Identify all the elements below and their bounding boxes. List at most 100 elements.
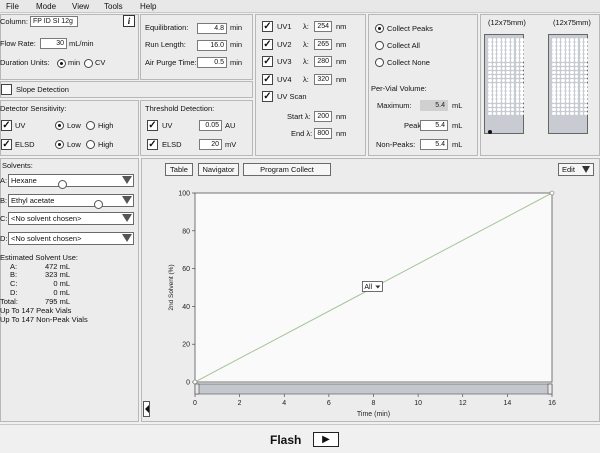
run-length-field[interactable]: 16.0 bbox=[197, 40, 227, 51]
rack-well[interactable] bbox=[506, 58, 510, 62]
tab-program-collect[interactable]: Program Collect bbox=[243, 163, 331, 176]
rack-well[interactable] bbox=[565, 74, 570, 79]
rack-well[interactable] bbox=[574, 58, 579, 62]
rack-well[interactable] bbox=[579, 46, 584, 50]
collect-none-radio[interactable] bbox=[375, 58, 384, 67]
rack-well[interactable] bbox=[492, 50, 497, 54]
rack-well[interactable] bbox=[579, 50, 584, 54]
rack-well[interactable] bbox=[584, 87, 588, 91]
rack-well[interactable] bbox=[506, 46, 510, 50]
rack-well[interactable] bbox=[565, 111, 570, 116]
rack-well[interactable] bbox=[515, 46, 520, 50]
rack-well[interactable] bbox=[515, 54, 520, 58]
scroll-left-handle[interactable] bbox=[194, 383, 200, 395]
rack-well[interactable] bbox=[501, 46, 506, 50]
rack-well[interactable] bbox=[506, 87, 510, 91]
rack-well[interactable] bbox=[561, 74, 565, 79]
rack-well[interactable] bbox=[584, 50, 588, 54]
time-scrollbar[interactable] bbox=[194, 383, 553, 395]
rack-well[interactable] bbox=[561, 62, 565, 67]
rack-well[interactable] bbox=[506, 42, 510, 46]
rack-well[interactable] bbox=[579, 78, 584, 83]
rack-well[interactable] bbox=[574, 83, 579, 87]
rack-well[interactable] bbox=[565, 42, 570, 46]
menu-mode[interactable]: Mode bbox=[36, 2, 56, 11]
rack-well[interactable] bbox=[561, 38, 565, 42]
rack-well[interactable] bbox=[570, 54, 574, 58]
rack-well[interactable] bbox=[506, 103, 510, 107]
rack-well[interactable] bbox=[584, 83, 588, 87]
rack-well[interactable] bbox=[520, 99, 524, 103]
menu-tools[interactable]: Tools bbox=[104, 2, 123, 11]
gradient-point[interactable] bbox=[549, 190, 555, 196]
rack-well[interactable] bbox=[497, 50, 501, 54]
rack-well[interactable] bbox=[515, 62, 520, 67]
rack-well[interactable] bbox=[561, 58, 565, 62]
rack-well[interactable] bbox=[501, 42, 506, 46]
air-purge-field[interactable]: 0.5 bbox=[197, 57, 227, 68]
rack-well[interactable] bbox=[488, 62, 492, 67]
rack-well[interactable] bbox=[552, 42, 556, 46]
rack-well[interactable] bbox=[565, 70, 570, 75]
equilibration-field[interactable]: 4.8 bbox=[197, 23, 227, 34]
rack-well[interactable] bbox=[561, 91, 565, 95]
rack-well[interactable] bbox=[574, 103, 579, 107]
rack-well[interactable] bbox=[492, 38, 497, 42]
rack-well[interactable] bbox=[492, 83, 497, 87]
rack-well[interactable] bbox=[584, 103, 588, 107]
rack-well[interactable] bbox=[515, 42, 520, 46]
rack-well[interactable] bbox=[515, 58, 520, 62]
rack-well[interactable] bbox=[570, 42, 574, 46]
rack-well[interactable] bbox=[561, 95, 565, 99]
menu-file[interactable]: File bbox=[6, 2, 19, 11]
rack-well[interactable] bbox=[497, 107, 501, 112]
rack-well[interactable] bbox=[552, 58, 556, 62]
rack-well[interactable] bbox=[561, 111, 565, 116]
rack-well[interactable] bbox=[515, 70, 520, 75]
rack-well[interactable] bbox=[492, 87, 497, 91]
rack-well[interactable] bbox=[584, 62, 588, 67]
rack-well[interactable] bbox=[501, 38, 506, 42]
rack-well[interactable] bbox=[506, 38, 510, 42]
rack-well[interactable] bbox=[492, 62, 497, 67]
rack-well[interactable] bbox=[520, 83, 524, 87]
rack-well[interactable] bbox=[520, 103, 524, 107]
solvent-b-handle[interactable] bbox=[94, 200, 103, 209]
rack-well[interactable] bbox=[510, 54, 515, 58]
rack-2[interactable] bbox=[548, 34, 588, 134]
rack-well[interactable] bbox=[561, 103, 565, 107]
rack-well[interactable] bbox=[570, 107, 574, 112]
rack-well[interactable] bbox=[552, 83, 556, 87]
gradient-point[interactable] bbox=[192, 379, 198, 385]
rack-well[interactable] bbox=[520, 87, 524, 91]
rack-well[interactable] bbox=[501, 54, 506, 58]
rack-well[interactable] bbox=[520, 58, 524, 62]
threshold-elsd-field[interactable]: 20 bbox=[199, 139, 222, 150]
rack-well[interactable] bbox=[561, 78, 565, 83]
rack-well[interactable] bbox=[565, 62, 570, 67]
rack-well[interactable] bbox=[488, 38, 492, 42]
rack-well[interactable] bbox=[492, 54, 497, 58]
rack-well[interactable] bbox=[510, 87, 515, 91]
rack-well[interactable] bbox=[506, 62, 510, 67]
scroll-right-handle[interactable] bbox=[547, 383, 553, 395]
collapse-panel-button[interactable] bbox=[143, 401, 150, 417]
duration-min-radio[interactable] bbox=[57, 59, 66, 68]
rack-well[interactable] bbox=[556, 95, 561, 99]
uv-scan-checkbox[interactable]: ✓ bbox=[262, 91, 273, 102]
end-lambda-field[interactable]: 800 bbox=[314, 128, 332, 139]
collect-peaks-radio[interactable] bbox=[375, 24, 384, 33]
rack-well[interactable] bbox=[584, 99, 588, 103]
detector-uv-checkbox[interactable]: ✓ bbox=[1, 120, 12, 131]
slope-detection-checkbox[interactable] bbox=[1, 84, 12, 95]
solvent-c-select[interactable]: <No solvent chosen> bbox=[8, 212, 134, 225]
rack-well[interactable] bbox=[565, 87, 570, 91]
threshold-uv-field[interactable]: 0.05 bbox=[199, 120, 222, 131]
rack-well[interactable] bbox=[556, 46, 561, 50]
rack-well[interactable] bbox=[520, 107, 524, 112]
rack-well[interactable] bbox=[570, 70, 574, 75]
uv2-field[interactable]: 265 bbox=[314, 39, 332, 50]
rack-well[interactable] bbox=[488, 78, 492, 83]
rack-well[interactable] bbox=[552, 66, 556, 71]
rack-well[interactable] bbox=[565, 78, 570, 83]
